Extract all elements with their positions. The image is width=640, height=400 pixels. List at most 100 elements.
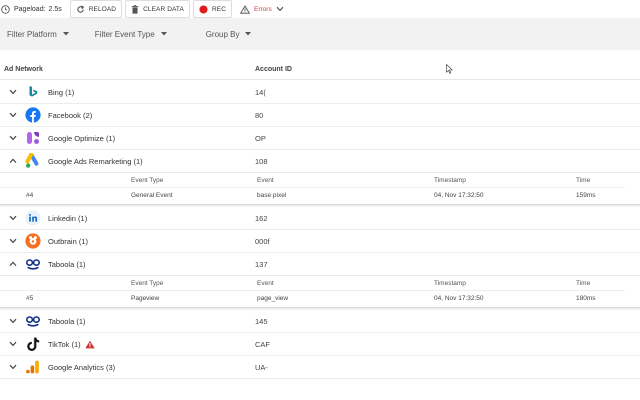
chevron-up-icon[interactable] [9, 158, 17, 164]
event-number: #5 [26, 295, 34, 302]
network-name: TikTok (1) [48, 340, 95, 349]
table-row[interactable]: Google Ads Remarketing (1) 108 [0, 150, 640, 173]
account-id: 80 [255, 111, 264, 120]
event-name: base pixel [257, 192, 287, 199]
account-id: 000f [255, 237, 270, 246]
taboola-icon [25, 259, 40, 270]
reload-icon [77, 4, 84, 13]
filter-platform-dropdown[interactable]: Filter Platform [7, 18, 69, 50]
detail-header-type: Event Type [131, 177, 164, 184]
column-header-ad-network: Ad Network [4, 66, 43, 73]
chevron-down-icon[interactable] [9, 89, 17, 95]
rec-button[interactable]: REC [192, 0, 232, 18]
trash-icon [131, 4, 139, 14]
tiktok-icon [27, 337, 40, 351]
event-row[interactable]: #5 Pageview page_view 04, Nov 17:32:50 1… [0, 291, 625, 306]
caret-down-icon [245, 32, 252, 36]
table-row[interactable]: Google Optimize (1) OP [0, 127, 640, 150]
table-row[interactable]: TikTok (1) CAF [0, 333, 640, 356]
group-by-dropdown[interactable]: Group By [206, 18, 252, 50]
clear-data-label: CLEAR DATA [143, 5, 184, 13]
google-optimize-icon [27, 132, 39, 144]
event-number: #4 [26, 192, 34, 199]
table-row[interactable]: Bing (1) 14( [0, 81, 640, 104]
chevron-down-icon[interactable] [9, 112, 17, 118]
detail-header-time: Time [576, 177, 591, 184]
network-name: Bing (1) [48, 88, 75, 97]
reload-button[interactable]: RELOAD [69, 0, 123, 18]
record-dot-icon [199, 4, 208, 14]
caret-down-icon [160, 32, 167, 36]
detail-header-timestamp: Timestamp [434, 280, 466, 287]
account-id: 137 [255, 260, 268, 269]
ad-network-list: Bing (1) 14( Facebook (2) 80 Google Opti… [0, 81, 640, 379]
toolbar: Pageload: 2.5s RELOAD CLEAR DATA REC Err… [0, 0, 640, 18]
account-id: 145 [255, 317, 268, 326]
errors-dropdown[interactable]: Errors [235, 0, 293, 18]
table-row[interactable]: Taboola (1) 145 [0, 310, 640, 333]
event-timestamp: 04, Nov 17:32:50 [434, 295, 484, 302]
event-type: General Event [131, 192, 173, 199]
network-name: Google Ads Remarketing (1) [48, 157, 143, 166]
detail-header-type: Event Type [131, 280, 164, 287]
group-by-label: Group By [205, 29, 240, 39]
network-name-text: TikTok (1) [48, 340, 81, 349]
rec-label: REC [211, 5, 226, 13]
warning-outline-icon [240, 4, 250, 14]
table-row[interactable]: Facebook (2) 80 [0, 104, 640, 127]
chevron-down-icon[interactable] [9, 215, 17, 221]
network-name: Google Analytics (3) [48, 363, 116, 372]
event-time: 180ms [576, 295, 596, 302]
column-header-account-id: Account ID [255, 66, 292, 73]
chevron-down-icon[interactable] [9, 238, 17, 244]
account-id: OP [255, 134, 266, 143]
network-name: Linkedin (1) [48, 214, 88, 223]
reload-label: RELOAD [88, 5, 117, 13]
table-row[interactable]: Outbrain (1) 000f [0, 230, 640, 253]
detail-header-event: Event [257, 280, 274, 287]
network-name: Taboola (1) [48, 260, 86, 269]
warning-icon [84, 340, 95, 349]
table-header: Ad Network Account ID [0, 60, 640, 80]
event-detail-header: Event Type Event Timestamp Time [0, 173, 625, 188]
google-ads-icon [25, 153, 39, 168]
chevron-down-icon[interactable] [9, 135, 17, 141]
chevron-down-icon[interactable] [9, 364, 17, 370]
errors-label: Errors [254, 5, 272, 13]
outbrain-icon [25, 233, 41, 249]
table-row[interactable]: Google Analytics (3) UA- [0, 356, 640, 379]
detail-header-timestamp: Timestamp [434, 177, 466, 184]
filter-event-type-dropdown[interactable]: Filter Event Type [95, 18, 167, 50]
clock-icon [1, 4, 10, 14]
chevron-down-icon [276, 6, 284, 12]
network-name: Facebook (2) [48, 111, 93, 120]
clear-data-button[interactable]: CLEAR DATA [125, 0, 190, 18]
pageload-indicator: Pageload: 2.5s [0, 0, 67, 18]
filter-event-type-label: Filter Event Type [94, 29, 155, 39]
table-row[interactable]: Taboola (1) 137 [0, 253, 640, 276]
mouse-cursor-icon [446, 64, 453, 74]
filter-bar: Filter Platform Filter Event Type Group … [0, 18, 640, 50]
event-detail-table: Event Type Event Timestamp Time #4 Gener… [0, 173, 640, 205]
account-id: 108 [255, 157, 268, 166]
account-id: UA- [255, 363, 268, 372]
network-name: Google Optimize (1) [48, 134, 116, 143]
chevron-down-icon[interactable] [9, 341, 17, 347]
pageload-label: Pageload: [14, 5, 46, 13]
google-analytics-icon [26, 360, 39, 374]
facebook-icon [25, 107, 41, 123]
event-row[interactable]: #4 General Event base pixel 04, Nov 17:3… [0, 188, 625, 203]
event-type: Pageview [131, 295, 160, 302]
network-name: Outbrain (1) [48, 237, 89, 246]
chevron-up-icon[interactable] [9, 261, 17, 267]
linkedin-icon [25, 210, 41, 226]
account-id: 14( [255, 88, 266, 97]
chevron-down-icon[interactable] [9, 318, 17, 324]
event-name: page_view [257, 295, 289, 302]
network-name: Taboola (1) [48, 317, 86, 326]
caret-down-icon [62, 32, 69, 36]
event-detail-table: Event Type Event Timestamp Time #5 Pagev… [0, 276, 640, 308]
event-timestamp: 04, Nov 17:32:50 [434, 192, 484, 199]
detail-header-time: Time [576, 280, 591, 287]
table-row[interactable]: Linkedin (1) 162 [0, 207, 640, 230]
